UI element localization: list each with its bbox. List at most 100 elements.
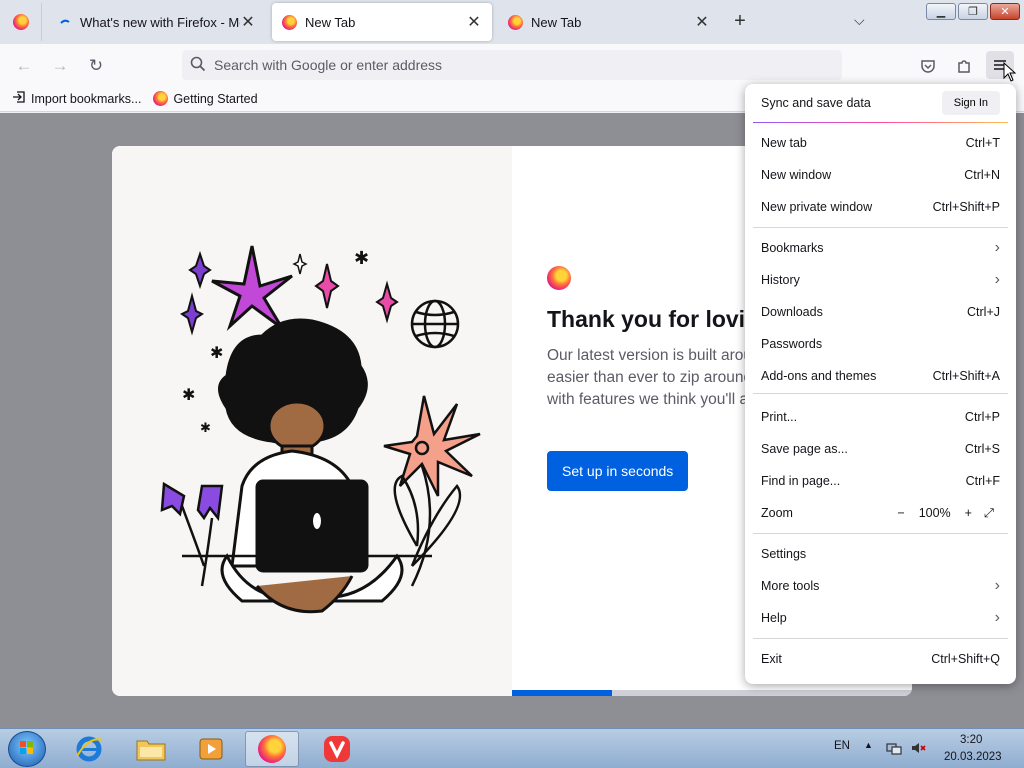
menu-item-new-window[interactable]: New window Ctrl+N — [753, 160, 1008, 190]
menu-item-new-private-window[interactable]: New private window Ctrl+Shift+P — [753, 192, 1008, 222]
menu-item-shortcut: Ctrl+Shift+P — [932, 200, 1000, 214]
media-player-icon — [199, 738, 223, 760]
taskbar-internet-explorer[interactable] — [62, 731, 116, 767]
close-window-button[interactable]: ✕ — [990, 3, 1020, 20]
firefox-icon — [508, 14, 523, 30]
network-icon[interactable] — [886, 740, 902, 759]
zoom-in-button[interactable]: + — [965, 506, 972, 520]
bookmark-getting-started[interactable]: Getting Started — [153, 91, 258, 106]
zoom-controls: − 100% + ⤢ — [891, 506, 1000, 521]
firefox-icon — [282, 14, 297, 30]
menu-item-label: Save page as... — [761, 442, 848, 456]
close-tab-icon[interactable]: ✕ — [466, 12, 482, 32]
menu-item-label: Print... — [761, 410, 798, 424]
bookmark-label: Getting Started — [173, 91, 258, 106]
chevron-right-icon: › — [994, 577, 1000, 594]
menu-item-print[interactable]: Print... Ctrl+P — [753, 402, 1008, 432]
taskbar-firefox[interactable] — [245, 731, 299, 767]
menu-item-shortcut: Ctrl+Shift+Q — [931, 652, 1000, 666]
internet-explorer-icon — [76, 736, 103, 762]
close-tab-icon[interactable]: ✕ — [694, 12, 710, 32]
firefox-icon — [153, 91, 169, 106]
tab-whats-new[interactable]: What's new with Firefox - More ✕ — [48, 3, 266, 41]
vivaldi-icon — [324, 736, 350, 762]
menu-item-label: History — [761, 273, 800, 287]
menu-item-shortcut: Ctrl+S — [964, 442, 1000, 456]
onboarding-progress-fill — [512, 690, 612, 696]
fullscreen-icon[interactable]: ⤢ — [984, 506, 994, 521]
forward-button[interactable]: → — [46, 52, 74, 80]
menu-item-shortcut: Ctrl+P — [964, 410, 1000, 424]
menu-item-settings[interactable]: Settings — [753, 539, 1008, 569]
tab-title: New Tab — [305, 14, 356, 30]
menu-item-passwords[interactable]: Passwords — [753, 329, 1008, 359]
menu-item-downloads[interactable]: Downloads Ctrl+J — [753, 297, 1008, 327]
pocket-icon[interactable] — [914, 52, 942, 80]
bookmark-label: Import bookmarks... — [31, 91, 142, 106]
clock-date[interactable]: 20.03.2023 — [944, 751, 1002, 763]
taskbar-media-player[interactable] — [184, 731, 238, 767]
onboarding-progress-track — [512, 690, 912, 696]
onboarding-illustration: ✱ ✱ ✱ ✱ — [112, 146, 512, 696]
menu-item-new-tab[interactable]: New tab Ctrl+T — [753, 128, 1008, 158]
volume-muted-icon[interactable] — [910, 740, 926, 759]
menu-item-shortcut: Ctrl+F — [965, 474, 1000, 488]
menu-item-label: Find in page... — [761, 474, 841, 488]
menu-item-find-in-page[interactable]: Find in page... Ctrl+F — [753, 466, 1008, 496]
menu-item-label: Help — [761, 611, 787, 625]
menu-item-more-tools[interactable]: More tools › — [753, 571, 1008, 601]
menu-item-exit[interactable]: Exit Ctrl+Shift+Q — [753, 644, 1008, 674]
restore-button[interactable]: ❐ — [958, 3, 988, 20]
address-bar[interactable] — [182, 50, 842, 80]
sign-in-button[interactable]: Sign In — [941, 91, 1000, 115]
tab-new-tab[interactable]: New Tab ✕ — [498, 3, 720, 41]
extensions-icon[interactable] — [950, 52, 978, 80]
person-drawing — [182, 318, 432, 614]
search-input[interactable] — [214, 57, 814, 73]
show-hidden-icons[interactable]: ▲ — [864, 740, 873, 750]
close-tab-icon[interactable]: ✕ — [240, 12, 256, 32]
new-tab-button[interactable]: + — [728, 10, 752, 33]
language-indicator[interactable]: EN — [834, 740, 850, 752]
menu-item-add-ons-and-themes[interactable]: Add-ons and themes Ctrl+Shift+A — [753, 361, 1008, 391]
firefox-icon — [258, 735, 286, 763]
firefox-icon — [12, 14, 29, 30]
firefox-logo-icon — [547, 266, 571, 290]
zoom-out-button[interactable]: − — [897, 506, 904, 520]
mouse-cursor — [1003, 61, 1017, 85]
menu-item-label: Add-ons and themes — [761, 369, 877, 383]
sync-label: Sync and save data — [761, 96, 871, 110]
search-icon — [190, 56, 206, 75]
taskbar-vivaldi[interactable] — [310, 731, 364, 767]
menu-item-history[interactable]: History › — [753, 265, 1008, 295]
application-menu-panel: Sync and save data Sign In New tab Ctrl+T… — [745, 84, 1016, 684]
svg-text:✱: ✱ — [200, 421, 211, 436]
menu-item-zoom[interactable]: Zoom − 100% + ⤢ — [753, 498, 1008, 528]
menu-item-save-page-as[interactable]: Save page as... Ctrl+S — [753, 434, 1008, 464]
pinned-firefox-tab[interactable] — [0, 3, 42, 41]
menu-item-shortcut: Ctrl+T — [965, 136, 1000, 150]
start-button[interactable] — [8, 731, 46, 767]
chevron-right-icon: › — [994, 239, 1000, 256]
menu-item-label: Settings — [761, 547, 807, 561]
back-button[interactable]: ← — [10, 52, 38, 80]
bookmark-import[interactable]: Import bookmarks... — [12, 90, 141, 107]
menu-item-label: Bookmarks — [761, 241, 824, 255]
zoom-level[interactable]: 100% — [919, 506, 951, 520]
menu-item-bookmarks[interactable]: Bookmarks › — [753, 233, 1008, 263]
svg-text:✱: ✱ — [354, 248, 369, 269]
minimize-button[interactable]: ▁ — [926, 3, 956, 20]
globe-drawing — [410, 299, 460, 349]
reload-button[interactable]: ↻ — [82, 52, 110, 80]
list-all-tabs-button[interactable]: ⌵ — [854, 12, 865, 29]
taskbar-explorer[interactable] — [124, 731, 178, 767]
clock-time[interactable]: 3:20 — [960, 734, 982, 746]
menu-item-shortcut: Ctrl+J — [967, 305, 1000, 319]
setup-in-seconds-button[interactable]: Set up in seconds — [547, 451, 689, 491]
chevron-right-icon: › — [994, 609, 1000, 626]
tab-new-tab-active[interactable]: New Tab ✕ — [272, 3, 492, 41]
menu-item-help[interactable]: Help › — [753, 603, 1008, 633]
menu-item-label: New tab — [761, 136, 807, 150]
menu-separator — [753, 533, 1008, 534]
tab-title: What's new with Firefox - More — [80, 14, 240, 30]
